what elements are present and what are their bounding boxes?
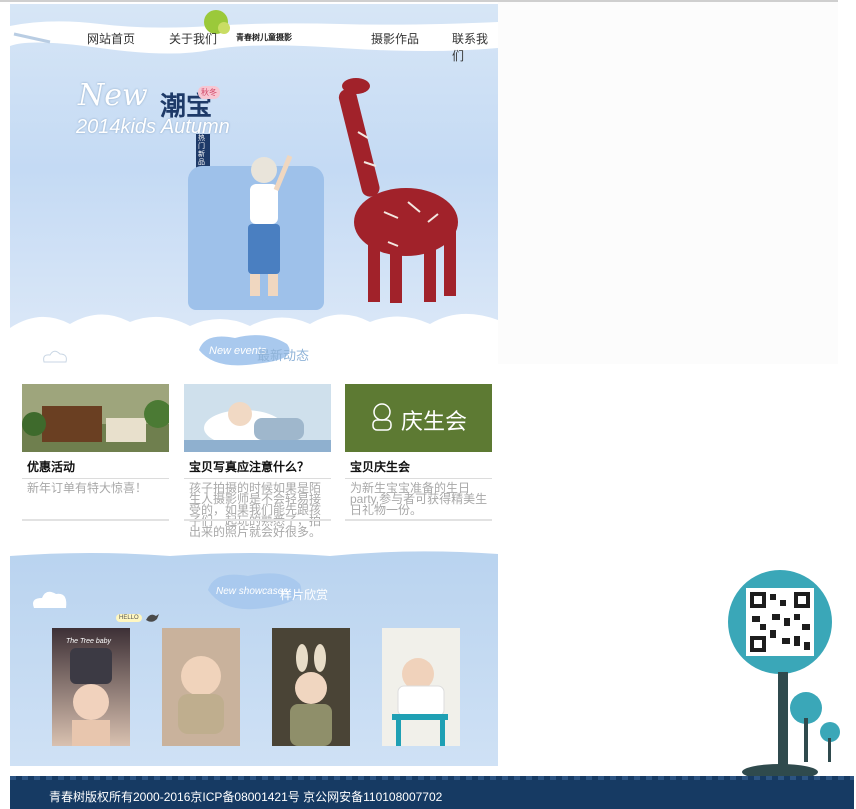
events-title: 最新动态 — [257, 348, 310, 363]
banner-tag2: 热门新品 — [196, 134, 210, 168]
divider — [22, 478, 169, 479]
hello-sign: HELLO — [116, 614, 142, 622]
cloud-icon — [33, 591, 67, 608]
news-card-promo[interactable]: 优惠活动 新年订单有特大惊喜！ — [22, 384, 169, 524]
divider — [184, 519, 331, 521]
divider — [345, 519, 492, 521]
card-title: 宝贝庆生会 — [350, 460, 411, 474]
showcase-photo-4[interactable] — [382, 628, 460, 746]
news-card-birthday[interactable]: 庆生会 宝贝庆生会 为新生宝宝准备的生日party,参与者可获得精美生日礼物一份… — [345, 384, 492, 524]
child-chair-image — [382, 628, 460, 746]
birthday-banner-text: 庆生会 — [401, 410, 468, 435]
divider — [345, 478, 492, 479]
card-title: 宝贝写真应注意什么？ — [189, 460, 310, 474]
bird-icon — [146, 614, 159, 622]
site-footer: 青春树版权所有2000-2016京ICP备08001421号 京公网安备1101… — [10, 776, 854, 809]
qr-code-tree[interactable] — [724, 568, 844, 782]
birthday-banner: 庆生会 — [345, 384, 492, 452]
nav-about-link[interactable]: 关于我们 — [169, 30, 217, 47]
showcase-photo-3[interactable]: The Tree baby — [272, 628, 350, 746]
child-hat-image — [70, 648, 112, 746]
hero-banner: 青春树儿童摄影 New 2014kids Autumn 潮宝 秋冬 热门新品 N… — [10, 4, 498, 370]
footer-copyright: 青春树版权所有2000-2016京ICP备08001421号 京公网安备1101… — [49, 790, 443, 804]
footer-stripe — [10, 776, 854, 780]
showcase-photo-1[interactable]: The Tree baby — [52, 628, 130, 746]
divider — [22, 519, 169, 521]
card-desc: 新年订单有特大惊喜！ — [27, 481, 148, 495]
news-card-tips[interactable]: 宝贝写真应注意什么？ 孩子拍摄的时候如果是陌生人摄影师是不会轻易接受的，如果我们… — [184, 384, 331, 538]
card-title: 优惠活动 — [27, 460, 76, 474]
logo-tree-icon-small — [218, 22, 230, 34]
showcase-title: 样片欣赏 — [280, 588, 329, 602]
banner-tag: 秋冬 — [198, 86, 220, 99]
child-bunny-ears-image — [272, 628, 350, 746]
right-blank-panel — [498, 2, 838, 364]
nav-home-link[interactable]: 网站首页 — [87, 30, 135, 47]
piano-photo — [22, 384, 169, 452]
baby-photo — [184, 384, 331, 452]
showcase-section: New showcases 样片欣赏 HELLO The Tree baby T… — [10, 548, 498, 766]
showcase-top-wave — [10, 548, 498, 556]
divider — [184, 478, 331, 479]
banner-new-text: New — [78, 78, 148, 113]
nav-contact-link[interactable]: 联系我们 — [452, 30, 496, 64]
card-desc: 为新生宝宝准备的生日party,参与者可获得精美生日礼物一份。 — [350, 481, 488, 517]
brand-name: 青春树儿童摄影 — [236, 33, 292, 42]
card-desc: 孩子拍摄的时候如果是陌生人摄影师是不会轻易接受的，如果我们能先跟孩子们一起玩的熟… — [189, 481, 322, 539]
nav-works-link[interactable]: 摄影作品 — [371, 30, 419, 47]
showcase-photo-2[interactable]: The Tree baby — [162, 628, 240, 746]
baby-outline-icon — [372, 403, 392, 431]
small-cloud-icon — [43, 350, 67, 363]
child-scarf-image — [162, 628, 240, 746]
svg-text:New showcases: New showcases — [216, 586, 288, 597]
